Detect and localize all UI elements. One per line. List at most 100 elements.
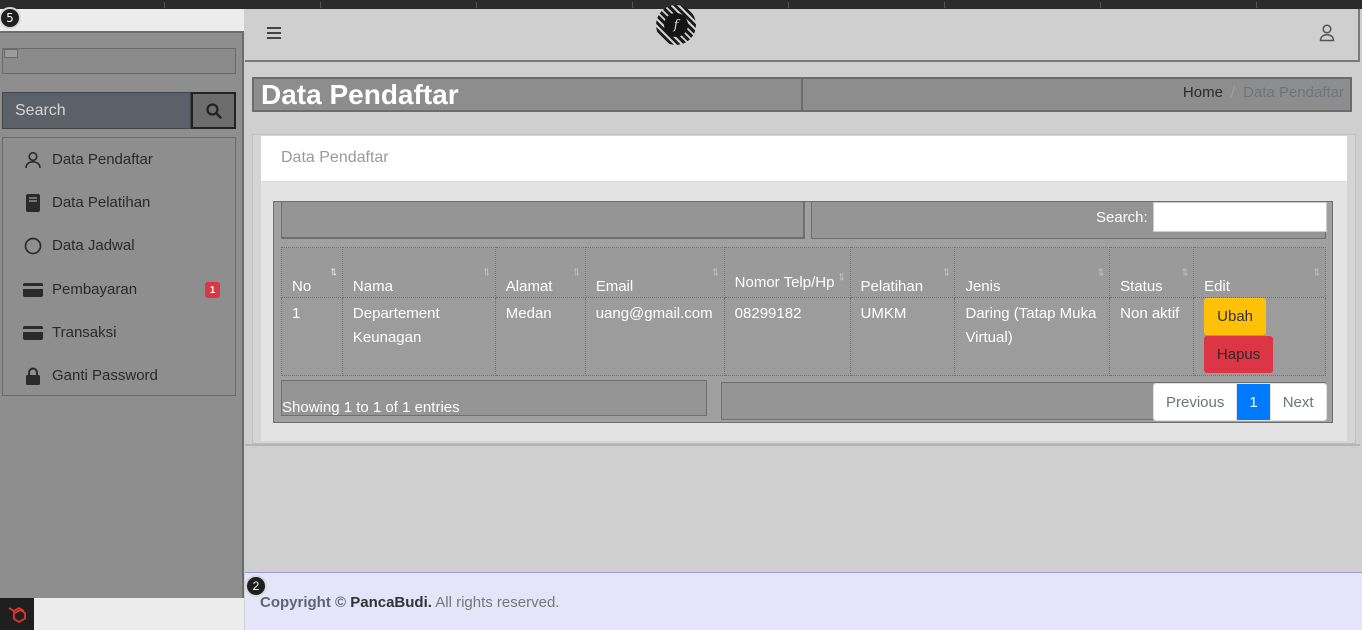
sidebar-footer (0, 598, 244, 630)
column-label: Nomor Telp/Hp (734, 274, 835, 291)
cell-nama: Departement Keunagan (341, 297, 496, 376)
sidebar-item-label: Data Pelatihan (52, 194, 151, 211)
column-header-alamat[interactable]: Alamat ↑↓ (494, 247, 586, 298)
page-title: Data Pendaftar (261, 79, 803, 110)
sidebar-search-button[interactable] (191, 92, 236, 129)
delete-button[interactable]: Hapus (1204, 336, 1274, 373)
cell-status: Non aktif (1109, 297, 1195, 376)
search-icon (205, 102, 222, 119)
f-logo-marker: f (656, 5, 696, 45)
lock-icon (23, 366, 43, 386)
column-label: Pelatihan (860, 278, 924, 295)
column-header-jenis[interactable]: Jenis ↑↓ (954, 247, 1111, 298)
sort-icon: ↑↓ (711, 264, 720, 278)
column-label: Nama (352, 278, 393, 295)
breadcrumb-current: Data Pendaftar (1243, 84, 1344, 101)
sidebar-item-transaksi[interactable]: Transaksi (3, 311, 235, 354)
top-navbar: f (245, 5, 1360, 62)
table-header-row: No ↑↓ Nama ↑↓ Alamat ↑↓ Email ↑↓ Nomor Telp/… (281, 247, 1326, 298)
column-label: Email (595, 278, 634, 295)
sidebar-item-ganti-password[interactable]: Ganti Password (3, 354, 235, 397)
column-header-telp[interactable]: Nomor Telp/Hp ↑↓ (723, 247, 851, 298)
sidebar-item-data-jadwal[interactable]: Data Jadwal (3, 224, 235, 267)
breadcrumb-separator: / (1230, 84, 1236, 101)
notification-badge: 1 (205, 282, 220, 298)
table-search-input[interactable] (1153, 202, 1327, 232)
sidebar-item-label: Data Jadwal (52, 237, 135, 254)
laravel-logo-icon (0, 598, 34, 630)
column-label: No (292, 278, 312, 295)
sidebar: 5 Data Pendaftar Data Pelatihan Data Jad… (0, 7, 244, 630)
column-label: Alamat (505, 278, 553, 295)
column-header-nama[interactable]: Nama ↑↓ (341, 247, 496, 298)
cell-pelatihan: UMKM (849, 297, 956, 376)
user-icon (23, 150, 43, 170)
datatable-wrapper: Search: No ↑↓ Nama ↑↓ Alamat ↑↓ Email ↑↓ Nom… (273, 201, 1333, 423)
sidebar-item-label: Ganti Password (52, 367, 158, 384)
datatable-length-area (281, 202, 805, 239)
f-logo-letter: f (664, 13, 688, 37)
next-page-button[interactable]: Next (1270, 384, 1326, 420)
copyright-brand-link[interactable]: PancaBudi. (350, 594, 432, 611)
column-header-status[interactable]: Status ↑↓ (1109, 247, 1195, 298)
sidebar-search-input[interactable] (2, 92, 191, 129)
card-title: Data Pendaftar (261, 136, 1347, 182)
data-card: Data Pendaftar Search: No ↑↓ Nama ↑↓ Alama… (252, 134, 1356, 444)
circle-icon (23, 236, 43, 256)
sort-icon: ↑↓ (942, 264, 950, 278)
sidebar-brand-area (2, 48, 236, 74)
breadcrumb-home-link[interactable]: Home (1183, 84, 1223, 101)
sidebar-search (2, 92, 236, 129)
credit-card-icon (23, 323, 43, 343)
cell-jenis: Daring (Tatap Muka Virtual) (954, 297, 1111, 376)
column-label: Edit (1204, 278, 1230, 295)
sidebar-item-pembayaran[interactable]: Pembayaran 1 (3, 268, 235, 311)
breadcrumb: Home / Data Pendaftar (1183, 84, 1344, 101)
cell-alamat: Medan (494, 297, 586, 376)
column-header-pelatihan[interactable]: Pelatihan ↑↓ (849, 247, 956, 298)
sidebar-marker-badge: 5 (0, 7, 21, 29)
sort-icon: ↑↓ (1097, 264, 1105, 278)
page-1-button[interactable]: 1 (1237, 384, 1271, 420)
cell-telp: 08299182 (723, 297, 851, 376)
copyright-prefix: Copyright © (260, 594, 347, 611)
content-header: Data Pendaftar Home / Data Pendaftar (252, 77, 1352, 112)
hamburger-menu-icon[interactable] (267, 27, 283, 41)
sort-icon: ↑↓ (572, 264, 581, 278)
sort-icon: ↑↓ (1181, 264, 1189, 278)
column-header-edit[interactable]: Edit ↑↓ (1193, 247, 1326, 298)
content-empty-area (245, 444, 1360, 572)
datatable-info-area: Showing 1 to 1 of 1 entries (281, 380, 707, 416)
column-header-email[interactable]: Email ↑↓ (584, 247, 725, 298)
column-header-no[interactable]: No ↑↓ (281, 247, 343, 298)
sidebar-item-data-pelatihan[interactable]: Data Pelatihan (3, 181, 235, 224)
datatable-filter-area: Search: (811, 202, 1327, 239)
pagination: Previous 1 Next (1153, 383, 1327, 421)
copyright-suffix: All rights reserved. (435, 594, 560, 611)
page-footer: 2 Copyright © PancaBudi. All rights rese… (245, 572, 1362, 630)
sort-asc-icon: ↑↓ (329, 264, 338, 278)
column-label: Status (1120, 278, 1163, 295)
registrant-table: No ↑↓ Nama ↑↓ Alamat ↑↓ Email ↑↓ Nomor Telp/… (281, 247, 1326, 376)
card-body: Search: No ↑↓ Nama ↑↓ Alamat ↑↓ Email ↑↓ Nom… (261, 182, 1347, 441)
user-account-icon[interactable] (1319, 24, 1335, 46)
table-row: 1 Departement Keunagan Medan uang@gmail.… (281, 297, 1326, 376)
credit-card-icon (23, 280, 43, 300)
table-info-text: Showing 1 to 1 of 1 entries (282, 399, 460, 416)
sidebar-menu: Data Pendaftar Data Pelatihan Data Jadwa… (2, 137, 236, 396)
sidebar-item-label: Transaksi (52, 324, 117, 341)
table-search-label: Search: (1096, 209, 1148, 226)
column-label: Jenis (965, 278, 1001, 295)
cell-edit: Ubah Hapus (1193, 297, 1326, 376)
book-icon (23, 193, 43, 213)
sidebar-header (0, 9, 244, 33)
edit-button[interactable]: Ubah (1204, 298, 1267, 335)
sidebar-item-data-pendaftar[interactable]: Data Pendaftar (3, 138, 235, 181)
sidebar-item-label: Data Pendaftar (52, 151, 153, 168)
previous-page-button[interactable]: Previous (1154, 384, 1238, 420)
cell-no: 1 (281, 297, 343, 376)
sort-icon: ↑↓ (837, 269, 846, 283)
sort-icon: ↑↓ (1313, 264, 1321, 278)
copyright-text: Copyright © PancaBudi. All rights reserv… (260, 594, 559, 611)
cell-email: uang@gmail.com (584, 297, 725, 376)
